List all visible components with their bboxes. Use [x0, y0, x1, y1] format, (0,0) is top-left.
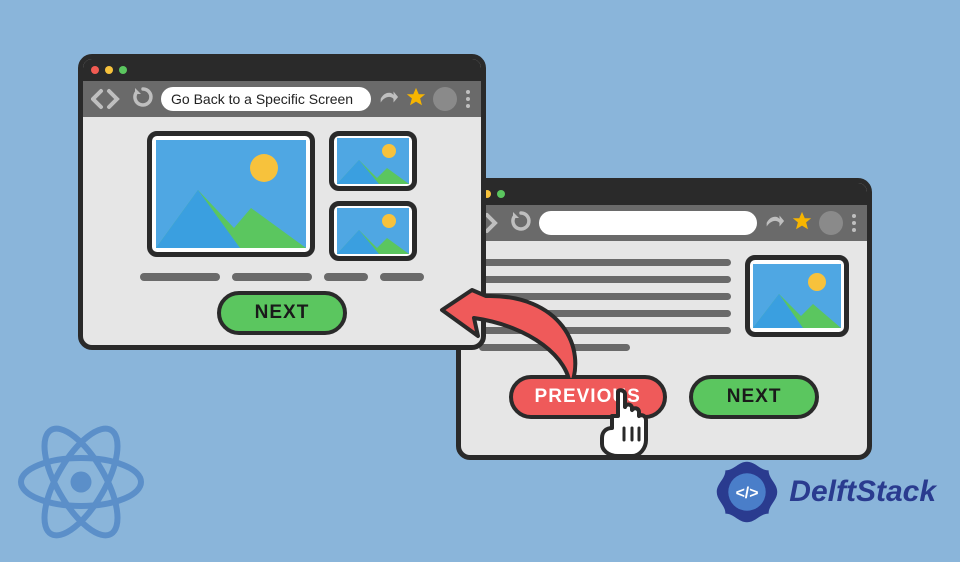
url-text: Go Back to a Specific Screen — [171, 91, 353, 107]
react-logo-icon — [6, 407, 156, 562]
brand-name: DelftStack — [789, 475, 936, 509]
image-placeholder-large — [147, 131, 315, 257]
nav-back-forward-icon[interactable] — [91, 87, 125, 111]
close-icon[interactable] — [91, 66, 99, 74]
minimize-icon[interactable] — [105, 66, 113, 74]
url-bar[interactable] — [539, 211, 757, 235]
image-placeholder-small — [329, 201, 417, 261]
delftstack-badge-icon: </> — [711, 456, 783, 528]
star-icon[interactable] — [405, 86, 427, 113]
next-button[interactable]: NEXT — [689, 375, 820, 419]
share-icon[interactable] — [377, 86, 399, 113]
url-bar[interactable]: Go Back to a Specific Screen — [161, 87, 371, 111]
share-icon[interactable] — [763, 210, 785, 237]
image-placeholder-small — [329, 131, 417, 191]
next-button[interactable]: NEXT — [217, 291, 348, 335]
profile-icon[interactable] — [433, 87, 457, 111]
toolbar: Go Back to a Specific Screen — [83, 81, 481, 117]
maximize-icon[interactable] — [119, 66, 127, 74]
image-placeholder — [745, 255, 849, 337]
reload-icon[interactable] — [509, 209, 533, 238]
reload-icon[interactable] — [131, 85, 155, 114]
svg-text:</>: </> — [736, 485, 759, 502]
toolbar — [461, 205, 867, 241]
menu-icon[interactable] — [463, 90, 473, 108]
profile-icon[interactable] — [819, 211, 843, 235]
titlebar — [83, 59, 481, 81]
delftstack-logo: </> DelftStack — [711, 456, 936, 528]
menu-icon[interactable] — [849, 214, 859, 232]
pointer-cursor-icon — [592, 386, 652, 454]
titlebar — [461, 183, 867, 205]
back-arrow-illustration — [420, 238, 590, 358]
star-icon[interactable] — [791, 210, 813, 237]
maximize-icon[interactable] — [497, 190, 505, 198]
image-gallery — [101, 131, 463, 261]
thumbnail-bars — [101, 273, 463, 281]
